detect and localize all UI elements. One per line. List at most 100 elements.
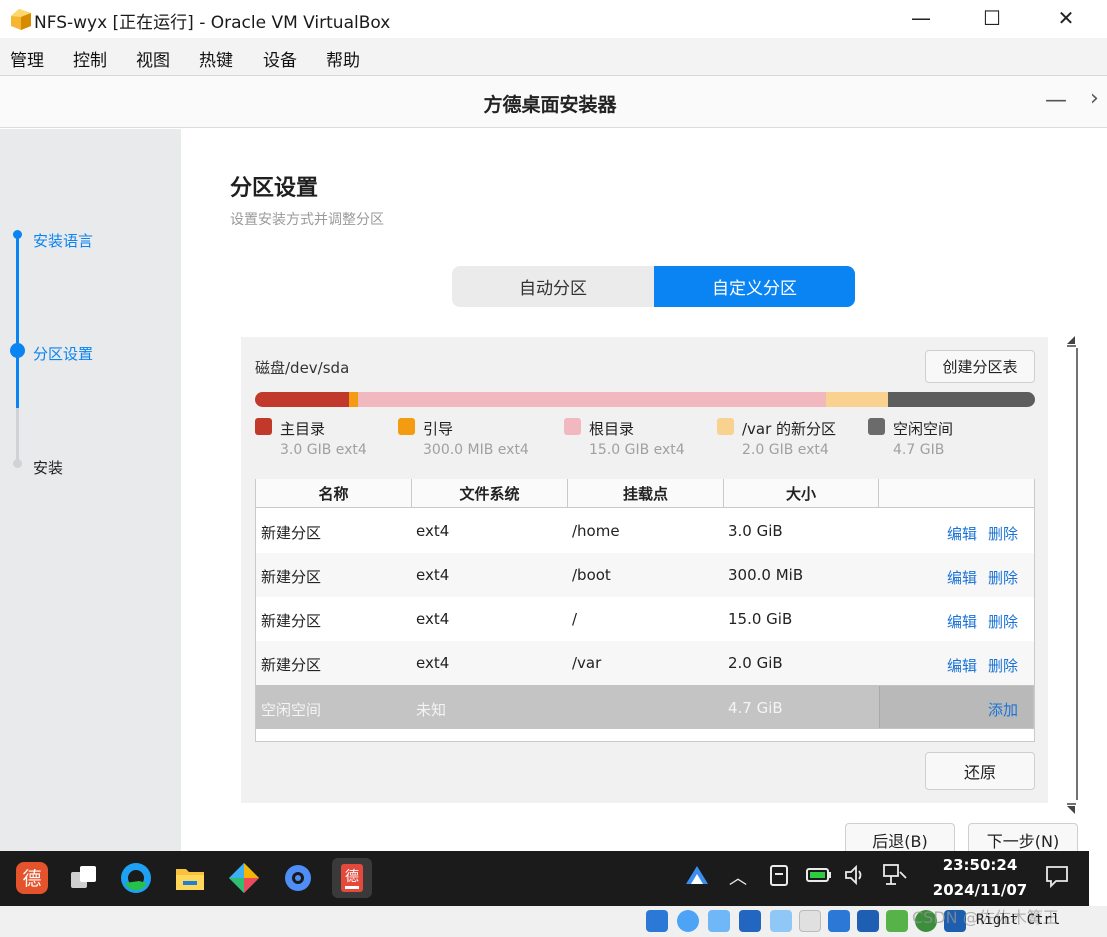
edit-link[interactable]: 编辑 xyxy=(947,567,977,588)
legend-size-boot: 300.0 MIB ext4 xyxy=(423,442,529,458)
create-partition-table-button[interactable]: 创建分区表 xyxy=(925,350,1035,383)
disk-label: 磁盘/dev/sda xyxy=(255,359,350,377)
table-row[interactable] xyxy=(256,553,1034,597)
browser-icon[interactable] xyxy=(116,858,156,898)
harddisk-status-icon[interactable] xyxy=(646,910,668,932)
progress-line-done xyxy=(16,236,19,408)
cell-size: 15.0 GiB xyxy=(728,610,793,628)
network-status-icon[interactable] xyxy=(739,910,761,932)
edit-link[interactable]: 编辑 xyxy=(947,655,977,676)
progress-line-pending xyxy=(16,408,19,464)
usage-segment xyxy=(348,392,358,407)
notification-icon[interactable] xyxy=(1044,863,1070,894)
restore-button[interactable]: 还原 xyxy=(925,752,1035,790)
add-link[interactable]: 添加 xyxy=(988,699,1018,720)
usage-segment xyxy=(255,392,349,407)
svg-text:德: 德 xyxy=(345,869,359,885)
delete-link[interactable]: 删除 xyxy=(988,655,1018,676)
minimize-button[interactable]: — xyxy=(896,4,946,32)
chevron-up-icon[interactable]: ︿ xyxy=(729,864,747,890)
clipboard-icon[interactable] xyxy=(768,863,790,892)
usage-segment xyxy=(357,392,826,407)
step-dot-pending xyxy=(13,459,22,468)
cpu-status-icon[interactable] xyxy=(886,910,908,932)
host-key-label: Right Ctrl xyxy=(976,912,1061,928)
delete-link[interactable]: 删除 xyxy=(988,567,1018,588)
menu-help[interactable]: 帮助 xyxy=(326,46,360,71)
svg-text:德: 德 xyxy=(22,868,41,890)
file-manager-icon[interactable] xyxy=(170,858,210,898)
clock-time[interactable]: 23:50:24 xyxy=(930,856,1030,874)
optical-drive-status-icon[interactable] xyxy=(677,910,699,932)
display-status-icon[interactable] xyxy=(828,910,850,932)
legend-size-var: 2.0 GIB ext4 xyxy=(742,442,829,458)
network-icon[interactable] xyxy=(882,862,908,893)
clock-date[interactable]: 2024/11/07 xyxy=(930,881,1030,899)
cell-mountpoint: / xyxy=(572,610,578,628)
step-install: 安装 xyxy=(33,459,64,477)
cell-name: 新建分区 xyxy=(261,568,322,586)
column-header-size: 大小 xyxy=(724,479,879,508)
step-install-language: 安装语言 xyxy=(33,232,94,250)
volume-icon[interactable] xyxy=(843,863,867,892)
usage-segment xyxy=(825,392,889,407)
cell-name: 新建分区 xyxy=(261,524,322,542)
legend-swatch-boot xyxy=(398,418,415,435)
delete-link[interactable]: 删除 xyxy=(988,611,1018,632)
cell-filesystem: ext4 xyxy=(416,566,450,584)
legend-name-boot: 引导 xyxy=(423,420,454,438)
menu-hotkey[interactable]: 热键 xyxy=(199,46,233,71)
usb-status-icon[interactable] xyxy=(770,910,792,932)
menu-control[interactable]: 控制 xyxy=(73,46,107,71)
close-button[interactable]: ✕ xyxy=(1041,4,1091,32)
cell-filesystem: ext4 xyxy=(416,522,450,540)
step-dot-current xyxy=(10,343,25,358)
delete-link[interactable]: 删除 xyxy=(988,523,1018,544)
window-title: NFS-wyx [正在运行] - Oracle VM VirtualBox xyxy=(34,13,391,33)
multitask-view-icon[interactable] xyxy=(64,858,104,898)
column-header-actions xyxy=(879,479,1034,508)
menu-manage[interactable]: 管理 xyxy=(10,46,44,71)
usage-segment xyxy=(888,392,1035,407)
table-row[interactable] xyxy=(256,597,1034,641)
cell-filesystem: 未知 xyxy=(416,701,447,719)
audio-status-icon[interactable] xyxy=(708,910,730,932)
installer-title: 方德桌面安装器 xyxy=(483,94,617,116)
cloud-sync-icon[interactable] xyxy=(682,862,712,893)
step-dot-done xyxy=(13,230,22,239)
tab-custom-partition[interactable]: 自定义分区 xyxy=(654,266,855,307)
taskbar xyxy=(0,851,1089,906)
installer-close-button[interactable]: › xyxy=(1090,86,1099,111)
menu-devices[interactable]: 设备 xyxy=(263,46,297,71)
edit-link[interactable]: 编辑 xyxy=(947,611,977,632)
disk-usage-bar xyxy=(255,392,1035,407)
edit-link[interactable]: 编辑 xyxy=(947,523,977,544)
maximize-button[interactable]: ☐ xyxy=(967,4,1017,32)
legend-size-root: 15.0 GIB ext4 xyxy=(589,442,685,458)
installer-icon[interactable]: 德 xyxy=(332,858,372,898)
vertical-scrollbar[interactable] xyxy=(1062,330,1080,820)
cell-name: 新建分区 xyxy=(261,656,322,674)
cell-filesystem: ext4 xyxy=(416,610,450,628)
cell-name: 新建分区 xyxy=(261,612,322,630)
settings-gear-icon[interactable] xyxy=(278,858,318,898)
cell-size: 4.7 GiB xyxy=(728,699,783,717)
page-subtitle: 设置安装方式并调整分区 xyxy=(230,212,384,228)
menu-view[interactable]: 视图 xyxy=(136,46,170,71)
installer-minimize-button[interactable]: — xyxy=(1045,88,1067,113)
cell-filesystem: ext4 xyxy=(416,654,450,672)
cell-mountpoint: /home xyxy=(572,522,620,540)
legend-name-root: 根目录 xyxy=(589,420,635,438)
legend-name-var: /var 的新分区 xyxy=(742,420,837,438)
legend-swatch-free xyxy=(868,418,885,435)
column-header-mountpoint: 挂载点 xyxy=(568,479,724,508)
recording-status-icon[interactable] xyxy=(857,910,879,932)
app-store-icon[interactable] xyxy=(224,858,264,898)
cell-mountpoint: /boot xyxy=(572,566,611,584)
table-row[interactable] xyxy=(256,509,1034,553)
shared-folder-status-icon[interactable] xyxy=(799,910,821,932)
battery-icon[interactable] xyxy=(806,866,832,889)
tab-auto-partition[interactable]: 自动分区 xyxy=(452,266,654,307)
deepin-logo-icon[interactable]: 德 xyxy=(12,858,52,898)
table-row[interactable] xyxy=(256,641,1034,685)
